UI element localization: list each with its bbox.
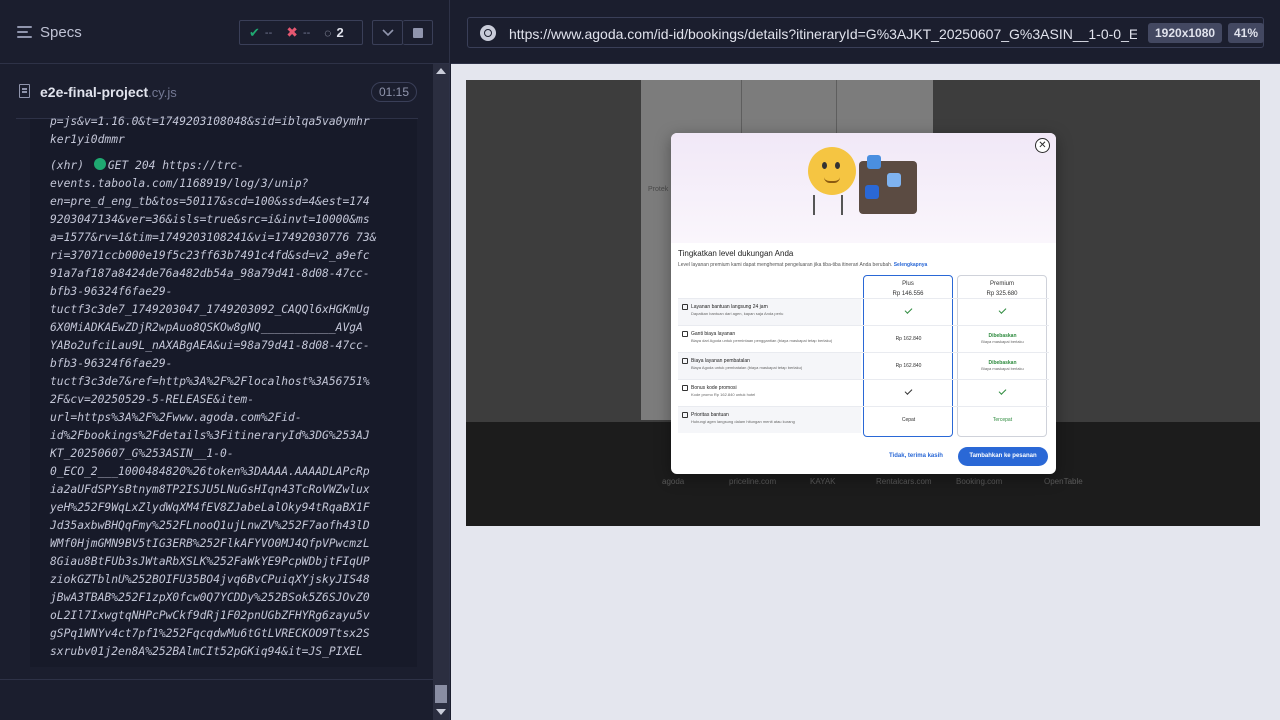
plus-cell: Cepat: [901, 417, 916, 423]
zoom-level-badge: 41%: [1228, 23, 1265, 43]
feature-row: Prioritas bantuan Hubungi agen langsung …: [678, 406, 1049, 433]
specs-list-icon[interactable]: [17, 26, 32, 38]
headset-icon: [682, 304, 688, 310]
reporter-scrollbar[interactable]: [433, 64, 449, 720]
partner-logo: KAYAK: [810, 477, 836, 486]
aut-header: https://www.agoda.com/id-id/bookings/det…: [451, 0, 1280, 64]
log-entry-xhr-header[interactable]: (xhr) GET 204 https://trc-: [50, 157, 395, 175]
failed-icon: ✖: [286, 24, 298, 40]
specs-label[interactable]: Specs: [40, 24, 82, 41]
plan-name: Plus: [902, 281, 914, 287]
globe-icon: [480, 25, 496, 41]
suitcase-icon: [859, 155, 917, 214]
url-bar[interactable]: https://www.agoda.com/id-id/bookings/det…: [467, 17, 1265, 48]
calendar-cancel-icon: [682, 358, 688, 364]
check-icon: [998, 387, 1007, 395]
modal-subtitle: Level layanan premium kami dapat menghem…: [678, 262, 928, 268]
partner-logo: priceline.com: [729, 477, 777, 486]
learn-more-link[interactable]: Selengkapnya: [894, 262, 928, 268]
partner-logo: Rentalcars.com: [876, 477, 932, 486]
log-entry-xhr-body: events.taboola.com/1168919/log/3/unip? e…: [50, 177, 377, 658]
background-text: Protek: [648, 186, 669, 193]
scroll-down-arrow-icon[interactable]: [436, 709, 446, 715]
check-icon: [904, 387, 913, 395]
chevron-down-icon: [381, 28, 394, 36]
lightning-icon: [682, 412, 688, 418]
passed-count: --: [264, 26, 273, 39]
modal-title: Tingkatkan level dukungan Anda: [678, 249, 794, 258]
stop-button[interactable]: [403, 20, 433, 45]
plus-cell: Rp 162.840: [895, 363, 922, 369]
check-icon: [998, 306, 1007, 314]
scrollbar-thumb[interactable]: [435, 685, 447, 703]
partner-logo: agoda: [662, 477, 685, 486]
failed-count: --: [302, 26, 311, 39]
url-text[interactable]: https://www.agoda.com/id-id/bookings/det…: [509, 26, 1137, 42]
upgrade-support-modal: ✕ Tingkatkan level dukungan Anda Level l…: [671, 133, 1056, 474]
feature-row: Ganti biaya layanan Biaya dari Agoda unt…: [678, 325, 1049, 351]
premium-cell: Dibebaskan Biaya maskapai berlaku: [981, 333, 1024, 344]
pending-count: 2: [336, 25, 344, 40]
plus-cell: [864, 299, 953, 325]
premium-cell: Dibebaskan Biaya maskapai berlaku: [981, 360, 1024, 371]
reporter-divider: [0, 679, 433, 680]
decline-button[interactable]: Tidak, terima kasih: [889, 453, 943, 459]
modal-illustration: ✕: [671, 133, 1056, 243]
premium-cell: [958, 380, 1047, 406]
log-entry-previous: p=js&v=1.16.0&t=1749203108048&sid=iblqa5…: [50, 115, 370, 146]
log-xhr-label: (xhr): [50, 159, 85, 172]
feature-row: Biaya layanan pembatalan Biaya Agoda unt…: [678, 352, 1049, 379]
status-dot-icon: [93, 158, 106, 170]
chevron-down-button[interactable]: [372, 20, 403, 45]
mascot-legs: [813, 195, 843, 215]
document-icon: [19, 84, 30, 98]
feature-row: Layanan bantuan langsung 24 jam Dapatkan…: [678, 298, 1049, 325]
plus-cell: [864, 380, 953, 406]
partner-logo: OpenTable: [1044, 477, 1083, 486]
aut-panel: https://www.agoda.com/id-id/bookings/det…: [451, 0, 1280, 720]
calendar-icon: [682, 331, 688, 337]
specs-header: Specs ✔ -- ✖ -- ◌ 2: [0, 0, 450, 64]
add-to-booking-button[interactable]: Tambahkan ke pesanan: [958, 447, 1048, 466]
viewport-size-badge[interactable]: 1920x1080: [1148, 23, 1223, 43]
plan-name: Premium: [989, 281, 1014, 287]
reporter-panel: Specs ✔ -- ✖ -- ◌ 2 e2e-final-project.cy…: [0, 0, 450, 720]
premium-cell: Tercepat: [992, 417, 1013, 423]
check-icon: [904, 306, 913, 314]
spec-file-name: e2e-final-project.cy.js: [40, 84, 177, 100]
application-preview: Protek agoda priceline.com KAYAK Rentalc…: [466, 80, 1260, 526]
tag-icon: [682, 385, 688, 391]
partner-logo: Booking.com: [956, 477, 1003, 486]
test-stats: ✔ -- ✖ -- ◌ 2: [239, 20, 363, 45]
feature-row: Bonus kode promosi Kode promo Rp 162.840…: [678, 379, 1049, 405]
log-request-method: GET 204 https://trc-: [107, 159, 244, 172]
spec-duration: 01:15: [370, 82, 417, 102]
plus-cell: Rp 162.840: [895, 336, 922, 342]
pending-icon: ◌: [324, 25, 332, 40]
cypress-runner: Specs ✔ -- ✖ -- ◌ 2 e2e-final-project.cy…: [0, 0, 1280, 720]
plan-price: Rp 146.556: [892, 291, 924, 297]
passed-icon: ✔: [249, 24, 260, 40]
premium-cell: [958, 299, 1047, 325]
close-button[interactable]: ✕: [1035, 138, 1050, 153]
mascot-icon: [808, 147, 856, 195]
scroll-up-arrow-icon[interactable]: [436, 68, 446, 74]
stop-icon: [412, 27, 423, 38]
plan-price: Rp 325.680: [986, 291, 1018, 297]
